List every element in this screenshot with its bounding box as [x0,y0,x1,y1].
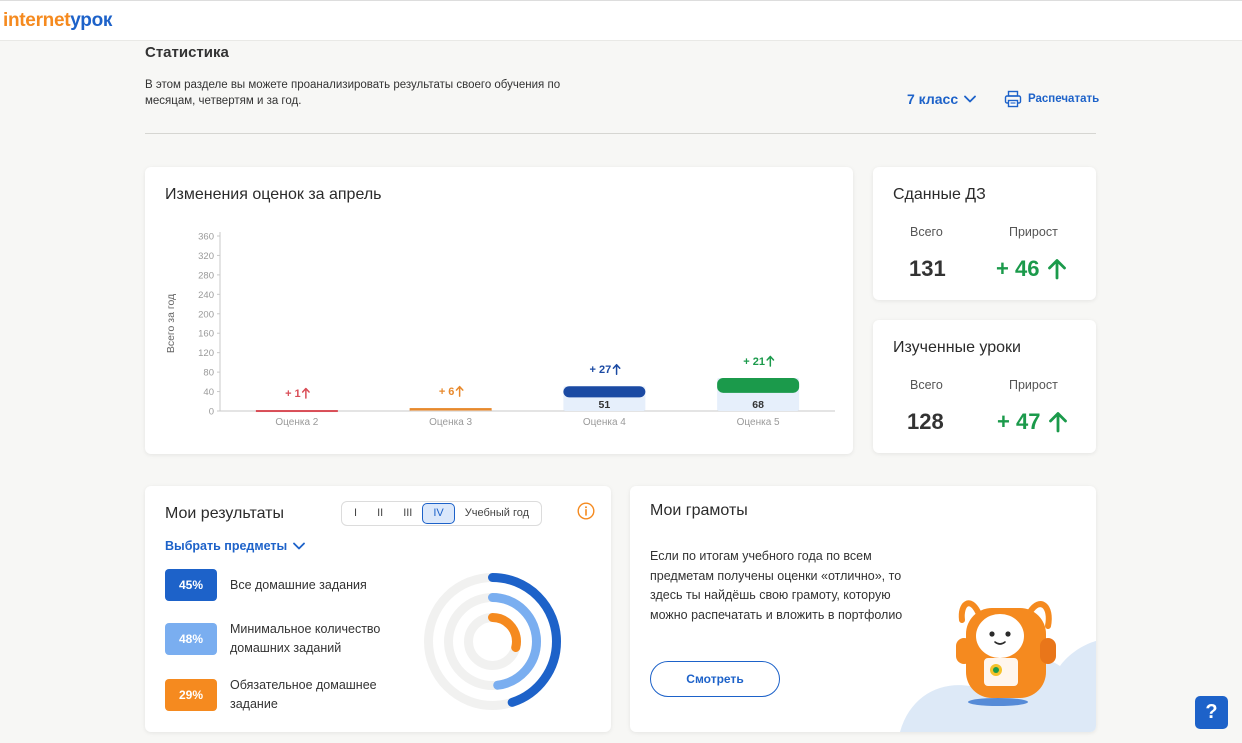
arrow-up-icon [612,363,621,375]
top-bar: internetурок [0,0,1242,41]
arrow-up-icon [766,355,775,367]
legend-value-min-homework: 48% [165,623,217,655]
select-subjects-label: Выбрать предметы [165,539,288,553]
homework-total-label: Всего [910,225,943,239]
header-divider [145,133,1096,134]
page-description: В этом разделе вы можете проанализироват… [145,79,561,107]
lessons-growth-label: Прирост [1009,378,1058,392]
legend-row-min-homework: 48% Минимальное количество домашних зада… [165,620,410,658]
bar-value-label: 68 [752,399,764,411]
period-tab-year[interactable]: Учебный год [455,503,539,524]
legend-value-required-homework: 29% [165,679,217,711]
print-button[interactable]: Распечатать [1004,90,1099,108]
y-tick-label: 360 [198,232,214,243]
x-tick-label: Оценка 3 [429,417,472,428]
logo-part-2: урок [70,10,113,31]
bar-delta-label: + 21 [743,356,765,368]
bar-growth [255,410,338,413]
my-results-title: Мои результаты [165,505,284,522]
homework-growth-value: + 46 [996,256,1040,281]
legend-row-all-homework: 45% Все домашние задания [165,569,410,601]
legend-row-required-homework: 29% Обязательное домашнее задание [165,676,410,714]
y-tick-label: 80 [203,368,214,379]
y-tick-label: 0 [209,407,214,418]
legend-label-required-homework: Обязательное домашнее задание [230,678,377,711]
bar-delta-label: + 27 [590,364,612,376]
y-tick-label: 40 [203,387,214,398]
mascot-illustration [900,600,1096,732]
legend-label-all-homework: Все домашние задания [230,577,367,592]
grade-changes-chart: 0 40 80 120 160 200 240 280 320 360 Всего за год + … [165,232,835,428]
my-awards-description: Если по итогам учебного года по всем пре… [650,549,903,622]
bar-delta-label: + 1 [285,388,301,400]
bar-growth [409,408,492,411]
grade-changes-title: Изменения оценок за апрель [165,186,382,203]
period-tab-2[interactable]: II [367,503,393,524]
x-tick-label: Оценка 4 [583,417,626,428]
progress-rings [424,573,561,710]
chevron-down-icon [293,542,306,550]
y-tick-label: 320 [198,251,214,262]
logo-part-1: internet [3,10,71,31]
period-tab-4[interactable]: IV [422,503,455,524]
select-subjects-link[interactable]: Выбрать предметы [165,539,306,553]
view-awards-button[interactable]: Смотреть [650,661,780,697]
arrow-up-icon [301,387,310,399]
y-tick-label: 120 [198,348,214,359]
x-tick-label: Оценка 5 [737,417,780,428]
homework-stats-title: Сданные ДЗ [893,186,986,203]
homework-growth: + 46 [996,256,1067,282]
y-tick-label: 200 [198,309,214,320]
homework-total-value: 131 [909,256,946,281]
class-select[interactable]: 7 класс [907,91,977,107]
arrow-up-icon [1049,412,1068,433]
legend-label-min-homework: Минимальное количество домашних заданий [230,622,381,655]
my-awards-card: Мои грамоты Если по итогам учебного года… [630,486,1096,732]
page-title: Статистика [145,44,229,61]
homework-stats-card: Сданные ДЗ Всего Прирост 131 + 46 [873,167,1096,300]
bar-value-label: 51 [599,399,611,411]
bar-growth [563,386,646,398]
my-awards-title: Мои грамоты [650,502,748,519]
help-button[interactable]: ? [1195,696,1228,729]
bar-delta-label: + 6 [439,386,455,398]
lessons-growth: + 47 [997,409,1068,435]
period-tab-1[interactable]: I [344,503,367,524]
y-axis-label: Всего за год [165,294,177,353]
info-icon[interactable] [577,502,595,520]
grade-changes-card: 0 40 80 120 160 200 240 280 320 360 Всего за год + … [145,167,853,454]
x-tick-label: Оценка 2 [275,417,318,428]
arrow-up-icon [1048,259,1067,280]
lessons-growth-value: + 47 [997,409,1041,434]
arrow-up-icon [455,385,464,397]
class-select-label: 7 класс [907,91,959,107]
lessons-stats-title: Изученные уроки [893,339,1021,356]
my-results-card: Мои результаты I II III IV Учебный год В… [145,486,611,732]
lessons-total-value: 128 [907,409,944,434]
y-tick-label: 280 [198,270,214,281]
logo[interactable]: internetурок [3,10,112,32]
homework-growth-label: Прирост [1009,225,1058,239]
lessons-total-label: Всего [910,378,943,392]
period-switcher: I II III IV Учебный год [341,501,543,526]
period-tab-3[interactable]: III [393,503,422,524]
lessons-stats-card: Изученные уроки Всего Прирост 128 + 47 [873,320,1096,453]
y-tick-label: 160 [198,329,214,340]
print-button-label: Распечатать [1028,93,1100,105]
legend-value-all-homework: 45% [165,569,217,601]
bar-growth [717,377,800,393]
chevron-down-icon [964,95,977,103]
y-tick-label: 240 [198,290,214,301]
printer-icon [1004,90,1022,108]
